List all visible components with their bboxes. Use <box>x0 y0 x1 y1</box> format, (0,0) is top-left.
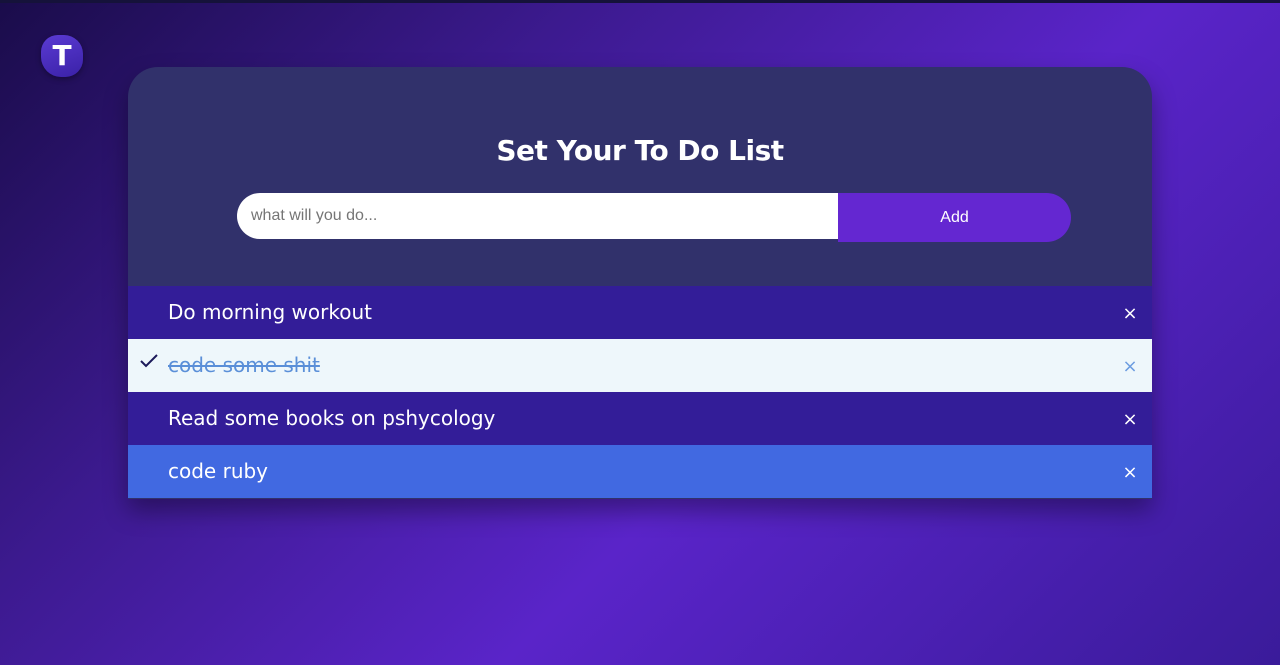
task-input[interactable] <box>237 193 838 239</box>
todo-card: Set Your To Do List Add Do morning worko… <box>128 67 1152 499</box>
task-text: Do morning workout <box>168 300 372 324</box>
task-item-code-ruby[interactable]: code ruby × <box>128 445 1152 498</box>
top-border <box>0 0 1280 3</box>
task-text: code ruby <box>168 459 269 483</box>
task-list: Do morning workout × code some shit × Re… <box>128 286 1152 498</box>
logo-letter: T <box>52 39 72 72</box>
app-logo[interactable]: T <box>41 35 83 77</box>
close-icon[interactable]: × <box>1118 301 1142 325</box>
check-icon <box>140 354 158 368</box>
card-header: Set Your To Do List Add <box>128 67 1152 286</box>
page-title: Set Your To Do List <box>496 134 784 167</box>
task-item-do-morning-workout[interactable]: Do morning workout × <box>128 286 1152 339</box>
task-text: Read some books on pshycology <box>168 406 496 430</box>
close-icon[interactable]: × <box>1118 407 1142 431</box>
close-icon[interactable]: × <box>1118 354 1142 378</box>
close-icon[interactable]: × <box>1118 460 1142 484</box>
task-item-code-some-shit[interactable]: code some shit × <box>128 339 1152 392</box>
add-button[interactable]: Add <box>838 193 1071 242</box>
task-item-read-books[interactable]: Read some books on pshycology × <box>128 392 1152 445</box>
task-text: code some shit <box>168 353 320 377</box>
